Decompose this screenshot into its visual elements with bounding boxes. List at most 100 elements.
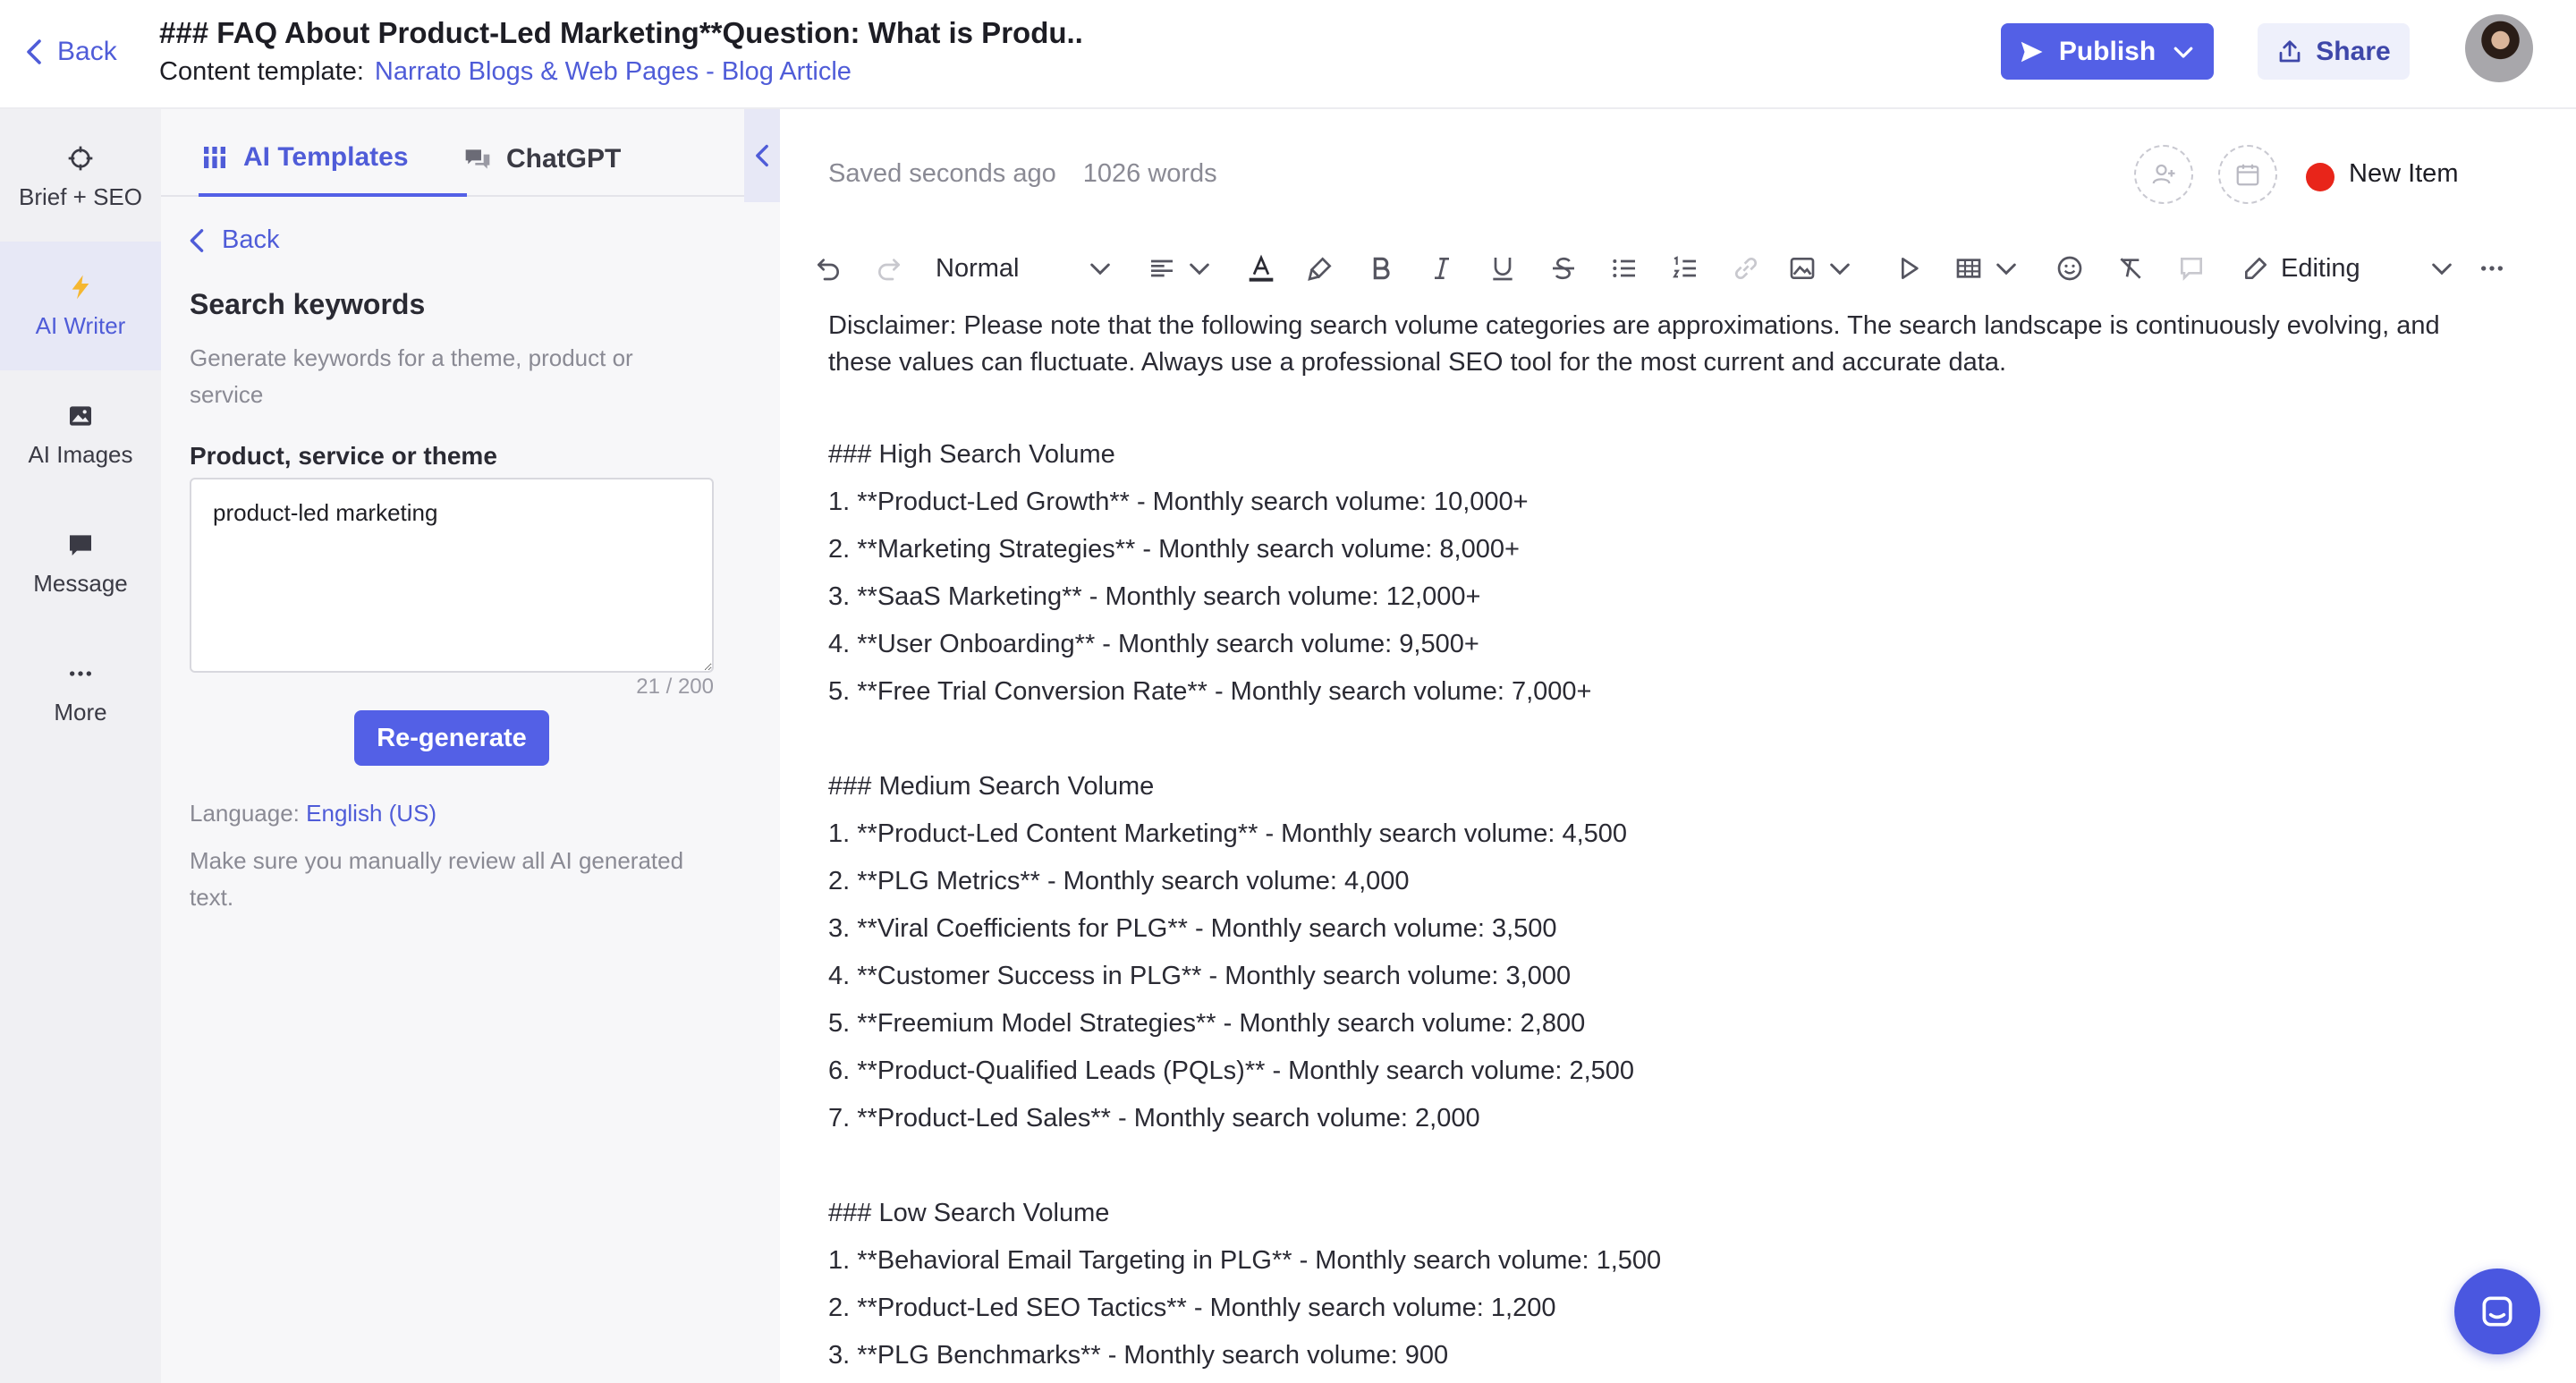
rail-item-brief-seo[interactable]: Brief + SEO (0, 113, 161, 242)
chat-icon (465, 149, 490, 169)
insert-video-button[interactable] (1884, 240, 1934, 297)
chevron-down-icon (1090, 263, 1110, 276)
content-template-link[interactable]: Narrato Blogs & Web Pages - Blog Article (375, 57, 852, 86)
document-title[interactable]: ### FAQ About Product-Led Marketing**Que… (159, 16, 1083, 50)
bold-button[interactable] (1356, 240, 1406, 297)
chevron-down-icon (2432, 263, 2452, 276)
support-chat-button[interactable] (2454, 1268, 2540, 1354)
top-bar: Back ### FAQ About Product-Led Marketing… (0, 0, 2576, 109)
share-button[interactable]: Share (2258, 23, 2410, 80)
assign-user-button[interactable] (2134, 145, 2193, 204)
rail-item-ai-writer[interactable]: AI Writer (0, 242, 161, 370)
underline-button[interactable] (1478, 240, 1528, 297)
paragraph-style-select[interactable]: Normal (936, 240, 1114, 297)
back-button[interactable]: Back (23, 34, 117, 70)
share-label: Share (2316, 36, 2391, 66)
paragraph-style-value: Normal (936, 253, 1020, 283)
clear-format-icon (2120, 258, 2141, 279)
list-item: 7. **Product-Led Sales** - Monthly searc… (828, 1104, 1480, 1133)
panel-tabs: AI Templates ChatGPT (161, 109, 780, 202)
align-select[interactable] (1145, 240, 1216, 297)
panel-back-button[interactable]: Back (188, 225, 279, 255)
more-options-button[interactable] (2470, 240, 2513, 297)
section-heading: ### High Search Volume (828, 440, 1115, 469)
list-item: 3. **Viral Coefficients for PLG** - Mont… (828, 914, 1557, 943)
regenerate-button[interactable]: Re-generate (354, 710, 549, 766)
editor-toolbar: Normal Editing (805, 240, 2504, 297)
upload-icon (2279, 39, 2301, 62)
chevron-down-icon (1996, 263, 2016, 276)
comment-button[interactable] (2166, 240, 2216, 297)
status-dot (2306, 163, 2334, 191)
editor-content[interactable]: Disclaimer: Please note that the followi… (828, 308, 2492, 1379)
list-item: 1. **Behavioral Email Targeting in PLG**… (828, 1246, 1662, 1275)
redo-icon (878, 259, 900, 281)
disclaimer-paragraph: Disclaimer: Please note that the followi… (828, 311, 2440, 377)
language-selector[interactable]: English (US) (306, 800, 436, 827)
back-label: Back (57, 37, 117, 66)
numbered-list-icon (1673, 256, 1696, 278)
user-avatar[interactable] (2465, 14, 2533, 82)
insert-image-select[interactable] (1784, 240, 1859, 297)
templates-icon (204, 147, 225, 168)
table-icon (1956, 259, 1981, 278)
list-item: 2. **Marketing Strategies** - Monthly se… (828, 535, 1520, 564)
word-count: 1026 words (1082, 159, 1217, 188)
list-item: 5. **Free Trial Conversion Rate** - Mont… (828, 677, 1592, 706)
rail-item-label: Brief + SEO (19, 182, 142, 210)
strikethrough-button[interactable] (1538, 240, 1589, 297)
link-icon (1734, 257, 1758, 280)
template-description: Generate keywords for a theme, product o… (190, 344, 633, 408)
list-item: 2. **Product-Led SEO Tactics** - Monthly… (828, 1294, 1556, 1322)
due-date-button[interactable] (2218, 145, 2277, 204)
bold-icon (1373, 257, 1390, 280)
rail-item-label: AI Writer (35, 311, 126, 339)
pencil-icon (2245, 258, 2267, 279)
chat-support-icon (2482, 1296, 2512, 1327)
theme-input[interactable]: product-led marketing (190, 478, 714, 673)
tab-chatgpt[interactable]: ChatGPT (463, 122, 660, 197)
collapse-panel-button[interactable] (744, 109, 780, 202)
rail-item-message[interactable]: Message (0, 499, 161, 628)
insert-table-select[interactable] (1950, 240, 2025, 297)
ellipsis-icon (2481, 266, 2503, 271)
redo-button[interactable] (866, 240, 912, 297)
rail-item-label: More (54, 698, 107, 725)
align-left-icon (1151, 259, 1173, 277)
bullet-list-icon (1613, 259, 1635, 277)
status-label[interactable]: New Item (2349, 159, 2458, 189)
section-heading: ### Low Search Volume (828, 1199, 1110, 1227)
saved-status: Saved seconds ago (828, 159, 1056, 188)
rail-item-more[interactable]: More (0, 628, 161, 757)
language-line: Language: English (US) (190, 800, 436, 827)
publish-label: Publish (2058, 36, 2157, 66)
text-color-button[interactable] (1234, 240, 1288, 297)
highlight-button[interactable] (1295, 240, 1345, 297)
emoji-button[interactable] (2045, 240, 2095, 297)
numbered-list-button[interactable] (1660, 240, 1710, 297)
editing-mode-select[interactable]: Editing (2241, 240, 2456, 297)
publish-button[interactable]: Publish (2001, 23, 2214, 80)
tab-ai-templates[interactable]: AI Templates (199, 122, 467, 197)
text-color-icon (1249, 254, 1274, 282)
link-button[interactable] (1721, 240, 1771, 297)
rail-item-ai-images[interactable]: AI Images (0, 370, 161, 499)
review-note: Make sure you manually review all AI gen… (190, 847, 684, 911)
lightning-icon (72, 275, 89, 299)
calendar-icon (2236, 164, 2259, 186)
chevron-down-icon (2174, 47, 2193, 58)
crosshair-icon (68, 146, 93, 170)
highlighter-icon (1308, 257, 1332, 281)
content-template-line: Content template: Narrato Blogs & Web Pag… (159, 57, 852, 87)
italic-icon (1435, 258, 1449, 279)
list-item: 5. **Freemium Model Strategies** - Month… (828, 1009, 1586, 1038)
send-icon (2021, 41, 2043, 62)
clear-formatting-button[interactable] (2106, 240, 2156, 297)
section-heading: ### Medium Search Volume (828, 772, 1155, 801)
undo-button[interactable] (805, 240, 852, 297)
left-navigation-rail: Brief + SEO AI Writer AI Images Message … (0, 109, 161, 1383)
character-count: 21 / 200 (636, 675, 714, 699)
italic-button[interactable] (1417, 240, 1467, 297)
list-item: 2. **PLG Metrics** - Monthly search volu… (828, 867, 1410, 895)
bullet-list-button[interactable] (1599, 240, 1649, 297)
